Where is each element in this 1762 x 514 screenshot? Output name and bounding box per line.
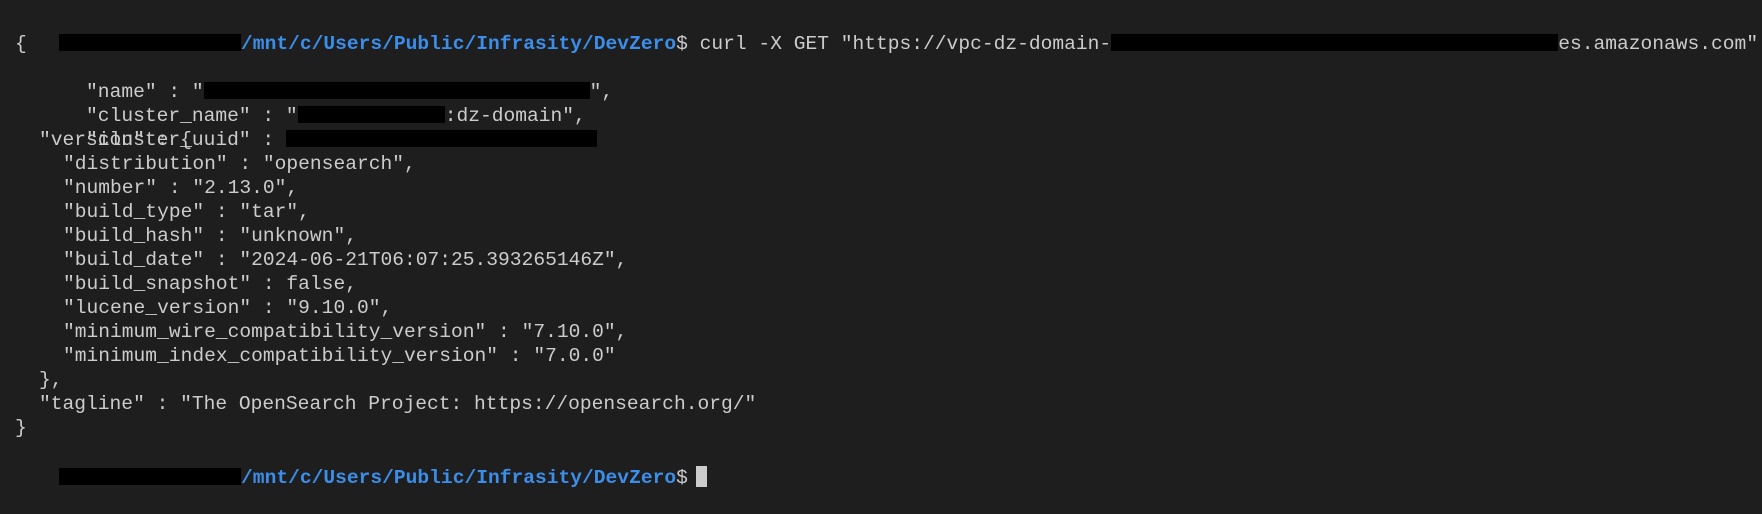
json-min-index-compat: "minimum_index_compatibility_version" : … — [63, 345, 616, 367]
prompt-path: /mnt/c/Users/Public/Infrasity/DevZero — [241, 33, 677, 55]
prompt-symbol: $ — [676, 467, 688, 489]
json-build-type: "build_type" : "tar", — [63, 201, 310, 223]
json-build-date: "build_date" : "2024-06-21T06:07:25.3932… — [63, 249, 628, 271]
json-cluster-uuid-line: "cluster_uuid" : — [0, 104, 597, 151]
command-line: /mnt/c/Users/Public/Infrasity/DevZero$ c… — [0, 8, 1758, 55]
json-open-brace: { — [15, 33, 27, 55]
json-min-wire-compat: "minimum_wire_compatibility_version" : "… — [63, 321, 628, 343]
json-close-brace: } — [15, 417, 27, 439]
command-text-end: es.amazonaws.com" — [1558, 33, 1759, 55]
json-name-close: ", — [589, 81, 614, 103]
command-text-start: curl -X GET "https://vpc-dz-domain- — [699, 33, 1112, 55]
terminal-window[interactable]: /mnt/c/Users/Public/Infrasity/DevZero$ c… — [0, 0, 1762, 489]
prompt-path: /mnt/c/Users/Public/Infrasity/DevZero — [241, 467, 677, 489]
json-tagline: "tagline" : "The OpenSearch Project: htt… — [39, 393, 757, 415]
prompt-line: /mnt/c/Users/Public/Infrasity/DevZero$ — [0, 442, 707, 489]
json-build-snapshot: "build_snapshot" : false, — [63, 273, 357, 295]
redacted-user-host — [59, 34, 242, 51]
redacted-domain — [1111, 34, 1559, 51]
json-build-hash: "build_hash" : "unknown", — [63, 225, 357, 247]
json-lucene-version: "lucene_version" : "9.10.0", — [63, 297, 393, 319]
json-cluster-name-line: "cluster_name" : ":dz-domain", — [0, 80, 586, 127]
json-distribution: "distribution" : "opensearch", — [63, 153, 416, 175]
json-version-open: "version" : { — [39, 129, 192, 151]
prompt-symbol: $ — [676, 33, 688, 55]
json-name-line: "name" : " ", — [0, 56, 613, 103]
json-number: "number" : "2.13.0", — [63, 177, 299, 199]
redacted-cluster-uuid — [285, 130, 597, 147]
json-version-close: }, — [39, 369, 63, 391]
